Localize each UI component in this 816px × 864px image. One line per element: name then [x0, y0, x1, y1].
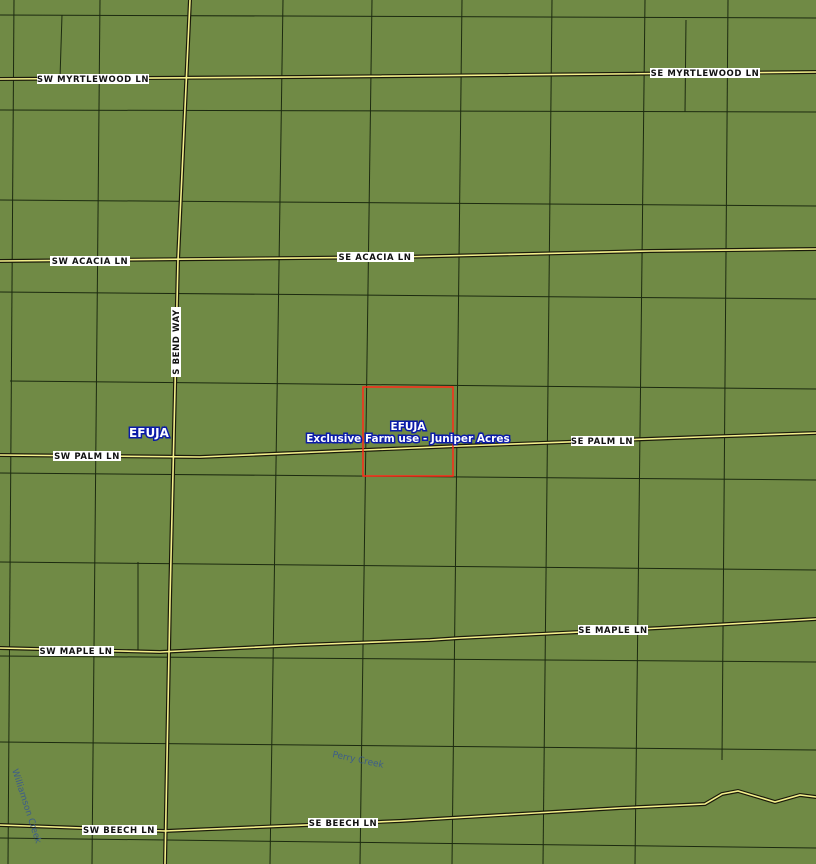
road-label-se-beech[interactable]: SE BEECH LN — [308, 818, 378, 829]
zone-label-west: EFUJA — [129, 426, 170, 440]
road-label-se-maple[interactable]: SE MAPLE LN — [578, 625, 648, 636]
road-label-sw-palm[interactable]: SW PALM LN — [53, 451, 121, 462]
svg-text:SE PALM LN: SE PALM LN — [571, 437, 633, 447]
zone-label-center-description: Exclusive Farm use - Juniper Acres — [306, 433, 509, 445]
svg-text:SW BEECH LN: SW BEECH LN — [83, 826, 155, 836]
road-label-sw-acacia[interactable]: SW ACACIA LN — [50, 256, 130, 267]
road-label-sw-beech[interactable]: SW BEECH LN — [82, 825, 157, 836]
road-label-se-palm[interactable]: SE PALM LN — [571, 436, 634, 447]
svg-text:SE ACACIA LN: SE ACACIA LN — [339, 253, 412, 263]
svg-text:SW MAPLE LN: SW MAPLE LN — [39, 647, 112, 657]
zone-label-center-code: EFUJA — [391, 421, 427, 433]
road-label-se-acacia[interactable]: SE ACACIA LN — [337, 252, 414, 263]
svg-text:SE MYRTLEWOOD LN: SE MYRTLEWOOD LN — [651, 69, 760, 79]
road-label-se-myrtlewood[interactable]: SE MYRTLEWOOD LN — [650, 68, 760, 79]
road-label-sw-myrtlewood[interactable]: SW MYRTLEWOOD LN — [37, 74, 149, 85]
svg-text:SW MYRTLEWOOD LN: SW MYRTLEWOOD LN — [37, 75, 149, 85]
road-label-sw-maple[interactable]: SW MAPLE LN — [39, 646, 114, 657]
svg-text:SE BEECH LN: SE BEECH LN — [309, 819, 377, 829]
road-label-s-bend[interactable]: S BEND WAY — [171, 307, 182, 377]
svg-text:SW ACACIA LN: SW ACACIA LN — [52, 257, 129, 267]
map-canvas[interactable]: SW MYRTLEWOOD LN SE MYRTLEWOOD LN SW ACA… — [0, 0, 816, 864]
svg-text:S BEND WAY: S BEND WAY — [172, 309, 182, 375]
svg-text:SE MAPLE LN: SE MAPLE LN — [578, 626, 647, 636]
svg-text:SW PALM LN: SW PALM LN — [54, 452, 120, 462]
